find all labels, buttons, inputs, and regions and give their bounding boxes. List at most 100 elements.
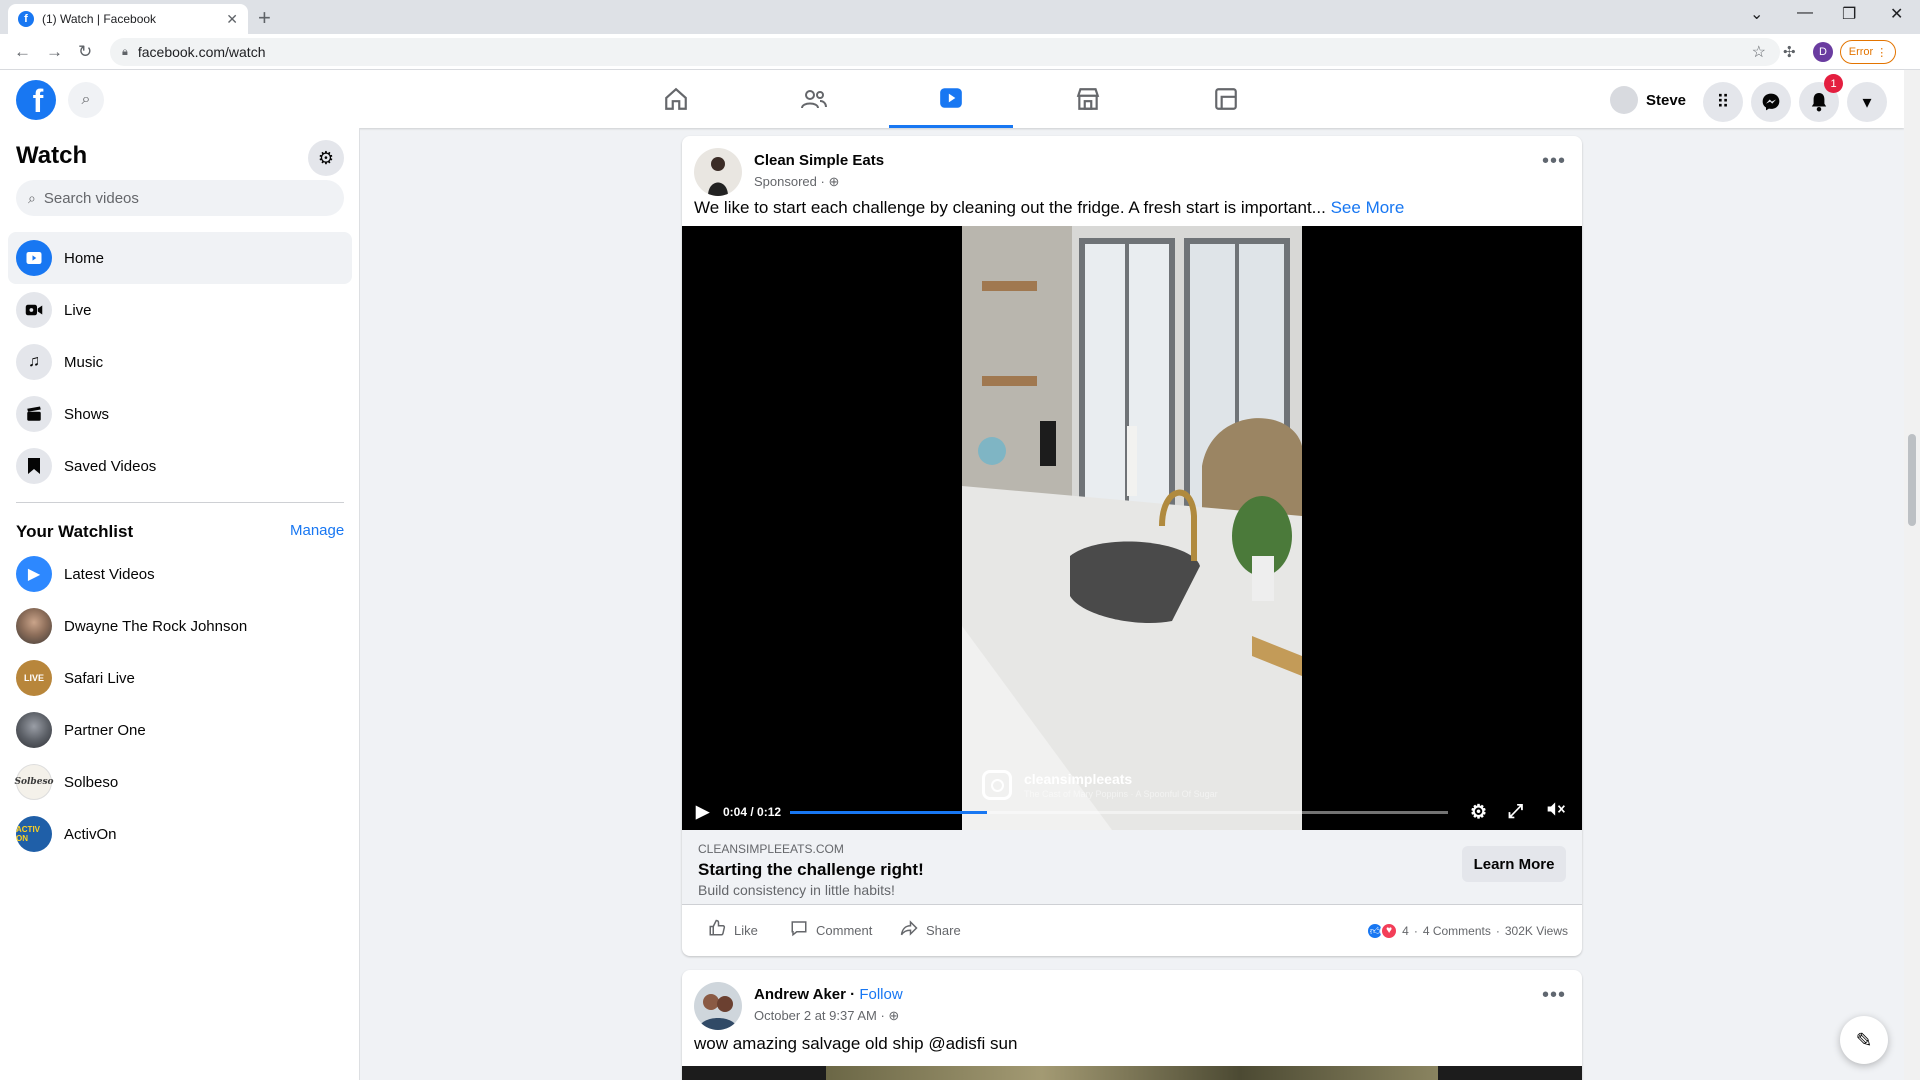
separator: · — [1413, 923, 1418, 938]
instagram-watermark: cleansimpleeats The Cast of Mary Poppins… — [982, 770, 1218, 800]
new-message-icon[interactable]: ✎ — [1840, 1016, 1888, 1064]
reaction-count[interactable]: 4 — [1402, 924, 1409, 938]
watermark-handle: cleansimpleeats — [1024, 771, 1133, 787]
watch-sidebar: Watch ⚙ ⌕ Search videos Home Live ♫ Musi… — [0, 128, 360, 1080]
back-icon[interactable]: ← — [14, 42, 31, 62]
sidebar-item-saved-videos[interactable]: Saved Videos — [8, 440, 352, 492]
scrollbar-thumb[interactable] — [1908, 434, 1916, 526]
sponsored-label: Sponsored · — [754, 174, 829, 189]
home-nav-icon[interactable] — [614, 70, 738, 128]
video-progress-bar[interactable] — [790, 811, 1448, 814]
new-tab-icon[interactable]: + — [258, 5, 271, 31]
learn-more-button[interactable]: Learn More — [1462, 846, 1566, 882]
extensions-icon[interactable]: ✣ — [1783, 43, 1796, 61]
video-player[interactable]: cleansimpleeats The Cast of Mary Poppins… — [682, 226, 1582, 830]
facebook-favicon-icon: f — [18, 11, 34, 27]
post-actions-bar: Like Comment Share 👍︎ ♥ 4 · 4 Comments ·… — [682, 904, 1582, 956]
sidebar-item-home[interactable]: Home — [8, 232, 352, 284]
sidebar-item-shows[interactable]: Shows — [8, 388, 352, 440]
watchlist-item-label: Latest Videos — [64, 565, 155, 583]
watchlist-item-label: Safari Live — [64, 669, 135, 687]
close-window-icon[interactable]: ✕ — [1890, 4, 1903, 24]
live-camera-icon — [16, 292, 52, 328]
thumbs-up-icon — [708, 919, 726, 942]
facebook-header: f ⌕ Steve ⠿ 1 ▾ — [0, 70, 1904, 128]
author-avatar[interactable] — [694, 982, 742, 1030]
sidebar-item-music[interactable]: ♫ Music — [8, 336, 352, 388]
globe-icon: ⊕ — [888, 1008, 900, 1023]
comment-button[interactable]: Comment — [790, 919, 872, 942]
comment-count[interactable]: 4 Comments — [1423, 924, 1491, 938]
author-avatar[interactable] — [694, 148, 742, 196]
love-reaction-icon: ♥ — [1380, 921, 1399, 940]
avatar — [16, 712, 52, 748]
watch-nav-icon[interactable] — [889, 70, 1013, 128]
post-author[interactable]: Clean Simple Eats — [754, 152, 884, 169]
share-label: Share — [926, 923, 961, 938]
more-options-icon[interactable]: ••• — [1542, 150, 1566, 173]
search-videos-input[interactable]: ⌕ Search videos — [16, 180, 344, 216]
muted-speaker-icon[interactable] — [1546, 800, 1566, 824]
page-scrollbar[interactable] — [1904, 70, 1920, 1080]
settings-gear-icon[interactable]: ⚙ — [1470, 801, 1487, 824]
post-text: We like to start each challenge by clean… — [694, 198, 1404, 218]
restore-icon[interactable]: ❐ — [1842, 4, 1856, 24]
share-button[interactable]: Share — [900, 919, 961, 942]
more-options-icon[interactable]: ••• — [1542, 984, 1566, 1007]
notification-badge: 1 — [1824, 74, 1843, 93]
account-dropdown-icon[interactable]: ▾ — [1847, 82, 1887, 122]
gear-icon[interactable]: ⚙ — [308, 140, 344, 176]
watchlist-item-solbeso[interactable]: Solbeso Solbeso — [8, 756, 352, 808]
browser-tab[interactable]: f (1) Watch | Facebook ✕ — [8, 4, 248, 34]
ad-link-preview[interactable]: CLEANSIMPLEEATS.COM Starting the challen… — [682, 830, 1582, 904]
bookmark-star-icon[interactable]: ☆ — [1752, 42, 1766, 62]
tab-search-icon[interactable]: ⌄ — [1750, 4, 1763, 24]
gaming-nav-icon[interactable] — [1164, 70, 1288, 128]
instagram-icon — [982, 770, 1012, 800]
post-timestamp[interactable]: October 2 at 9:37 AM · — [754, 1008, 888, 1023]
url-field[interactable]: 🔒︎ facebook.com/watch ☆ — [110, 38, 1780, 66]
ad-subtitle: Build consistency in little habits! — [698, 882, 895, 898]
solbeso-logo-icon: Solbeso — [15, 764, 54, 800]
sidebar-item-label: Live — [64, 301, 92, 319]
search-icon[interactable]: ⌕ — [68, 82, 104, 118]
watchlist-item-safari-live[interactable]: LIVE Safari Live — [8, 652, 352, 704]
reload-icon[interactable]: ↻ — [78, 42, 92, 62]
minimize-icon[interactable]: — — [1797, 4, 1813, 22]
profile-shortcut[interactable]: Steve — [1610, 82, 1686, 118]
watchlist-item-partner-one[interactable]: Partner One — [8, 704, 352, 756]
divider — [16, 502, 344, 503]
address-bar-row: ← → ↻ 🔒︎ facebook.com/watch ☆ ✣ D Error … — [0, 34, 1920, 70]
messenger-icon[interactable] — [1751, 82, 1791, 122]
menu-grid-icon[interactable]: ⠿ — [1703, 82, 1743, 122]
friends-nav-icon[interactable] — [752, 70, 876, 128]
watchlist-item-label: Dwayne The Rock Johnson — [64, 617, 248, 635]
forward-icon[interactable]: → — [46, 42, 63, 62]
watchlist-item-latest-videos[interactable]: ▶ Latest Videos — [8, 548, 352, 600]
error-button[interactable]: Error ⋮ — [1840, 40, 1896, 64]
video-controls: ▶ 0:04 / 0:12 ⚙ ⤢ — [682, 800, 1582, 824]
share-arrow-icon — [900, 919, 918, 942]
follow-link[interactable]: Follow — [859, 986, 902, 1003]
sidebar-item-live[interactable]: Live — [8, 284, 352, 336]
watchlist-item-dwayne-johnson[interactable]: Dwayne The Rock Johnson — [8, 600, 352, 652]
search-placeholder: Search videos — [43, 189, 139, 207]
video-thumbnail[interactable] — [682, 1066, 1582, 1080]
facebook-logo-icon[interactable]: f — [16, 80, 56, 120]
post-author[interactable]: Andrew Aker — [754, 986, 846, 1003]
play-icon[interactable]: ▶ — [696, 802, 709, 822]
video-post: Andrew Aker · Follow October 2 at 9:37 A… — [682, 970, 1582, 1080]
like-button[interactable]: Like — [708, 919, 758, 942]
music-note-icon: ♫ — [16, 344, 52, 380]
error-label: Error — [1848, 46, 1874, 58]
ad-domain: CLEANSIMPLEEATS.COM — [698, 842, 844, 856]
post-body: wow amazing salvage old ship @adisfi sun — [694, 1034, 1018, 1053]
comment-bubble-icon — [790, 919, 808, 942]
close-tab-icon[interactable]: ✕ — [226, 11, 238, 28]
watchlist-item-activon[interactable]: ACTIV ON ActivOn — [8, 808, 352, 860]
manage-link[interactable]: Manage — [290, 522, 344, 539]
fullscreen-icon[interactable]: ⤢ — [1508, 801, 1523, 823]
browser-profile-avatar[interactable]: D — [1813, 42, 1833, 62]
marketplace-nav-icon[interactable] — [1026, 70, 1150, 128]
see-more-link[interactable]: See More — [1331, 198, 1405, 217]
